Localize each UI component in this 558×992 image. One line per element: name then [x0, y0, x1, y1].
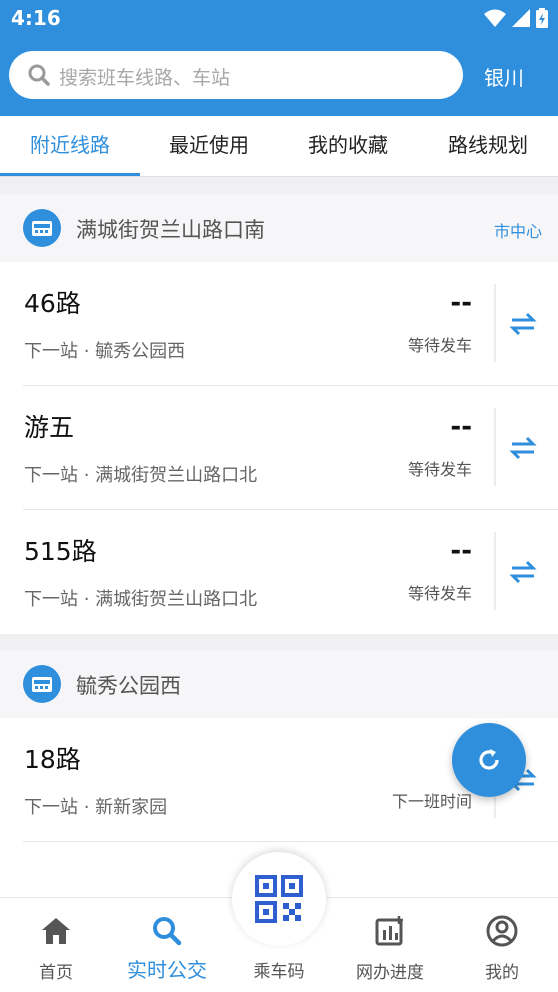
status-icons [484, 8, 548, 28]
nav-home[interactable]: 首页 [1, 898, 111, 992]
nav-label-ride-code[interactable]: 乘车码 [224, 957, 334, 982]
route-name: 游五 [24, 413, 75, 442]
section-gap [0, 634, 558, 650]
swap-direction-icon[interactable] [509, 560, 537, 584]
app-header: 4:16 搜索班车线路、车站 银川 [0, 0, 558, 116]
divider [494, 408, 496, 486]
tab-bar: 附近线路 最近使用 我的收藏 路线规划 [0, 116, 558, 177]
refresh-button[interactable] [452, 723, 526, 797]
route-status: 等待发车 [407, 584, 472, 603]
station-header[interactable]: 满城街贺兰山路口南 市中心 [0, 194, 558, 262]
route-next-stop: 下一站 · 满城街贺兰山路口北 [24, 465, 258, 486]
station-area-tag: 市中心 [493, 222, 542, 241]
route-status: 等待发车 [407, 336, 472, 355]
nav-realtime-bus[interactable]: 实时公交 [112, 898, 222, 992]
tab-favorites[interactable]: 我的收藏 [278, 116, 418, 176]
route-name: 515路 [24, 537, 97, 566]
search-placeholder: 搜索班车线路、车站 [59, 67, 231, 89]
route-eta: -- [450, 412, 472, 442]
nav-label: 首页 [39, 963, 73, 983]
status-time: 4:16 [11, 6, 61, 30]
search-icon [28, 64, 50, 86]
divider [494, 532, 496, 610]
route-next-stop: 下一站 · 满城街贺兰山路口北 [24, 589, 258, 610]
route-name: 46路 [24, 289, 81, 318]
row-separator [23, 841, 558, 842]
nav-label: 实时公交 [127, 958, 207, 982]
tab-route-planning[interactable]: 路线规划 [418, 116, 558, 176]
progress-chart-icon [375, 916, 403, 946]
tab-nearby-routes[interactable]: 附近线路 [0, 116, 140, 176]
wifi-icon [484, 9, 506, 27]
nav-profile[interactable]: 我的 [447, 898, 557, 992]
station-name: 毓秀公园西 [76, 674, 181, 698]
nav-label: 网办进度 [356, 963, 424, 983]
tab-active-indicator [0, 173, 140, 176]
search-input[interactable]: 搜索班车线路、车站 [9, 51, 463, 99]
ride-code-button[interactable] [232, 852, 326, 946]
route-row[interactable]: 515路 下一站 · 满城街贺兰山路口北 -- 等待发车 [0, 510, 558, 634]
divider [494, 284, 496, 362]
route-eta: -- [450, 536, 472, 566]
refresh-icon [479, 749, 499, 770]
station-name: 满城街贺兰山路口南 [76, 218, 265, 242]
bus-stop-icon [23, 665, 61, 703]
status-bar: 4:16 [0, 0, 558, 38]
qr-code-icon [255, 875, 303, 923]
route-row[interactable]: 46路 下一站 · 毓秀公园西 -- 等待发车 [0, 262, 558, 386]
battery-icon [536, 8, 548, 28]
swap-direction-icon[interactable] [509, 312, 537, 336]
search-icon [153, 917, 182, 946]
route-name: 18路 [24, 745, 81, 774]
route-status: 等待发车 [407, 460, 472, 479]
route-next-stop: 下一站 · 毓秀公园西 [24, 341, 186, 362]
tab-recent[interactable]: 最近使用 [140, 116, 278, 176]
nav-progress[interactable]: 网办进度 [335, 898, 445, 992]
signal-icon [512, 9, 530, 27]
city-selector[interactable]: 银川 [484, 62, 524, 91]
route-status: 下一班时间 [391, 792, 472, 811]
bus-stop-icon [23, 209, 61, 247]
user-icon [486, 915, 518, 947]
nav-label: 我的 [485, 963, 519, 983]
route-next-stop: 下一站 · 新新家园 [24, 797, 168, 818]
home-icon [42, 918, 70, 944]
route-eta: -- [450, 288, 472, 318]
swap-direction-icon[interactable] [509, 436, 537, 460]
station-header[interactable]: 毓秀公园西 [0, 650, 558, 718]
route-row[interactable]: 游五 下一站 · 满城街贺兰山路口北 -- 等待发车 [0, 386, 558, 510]
